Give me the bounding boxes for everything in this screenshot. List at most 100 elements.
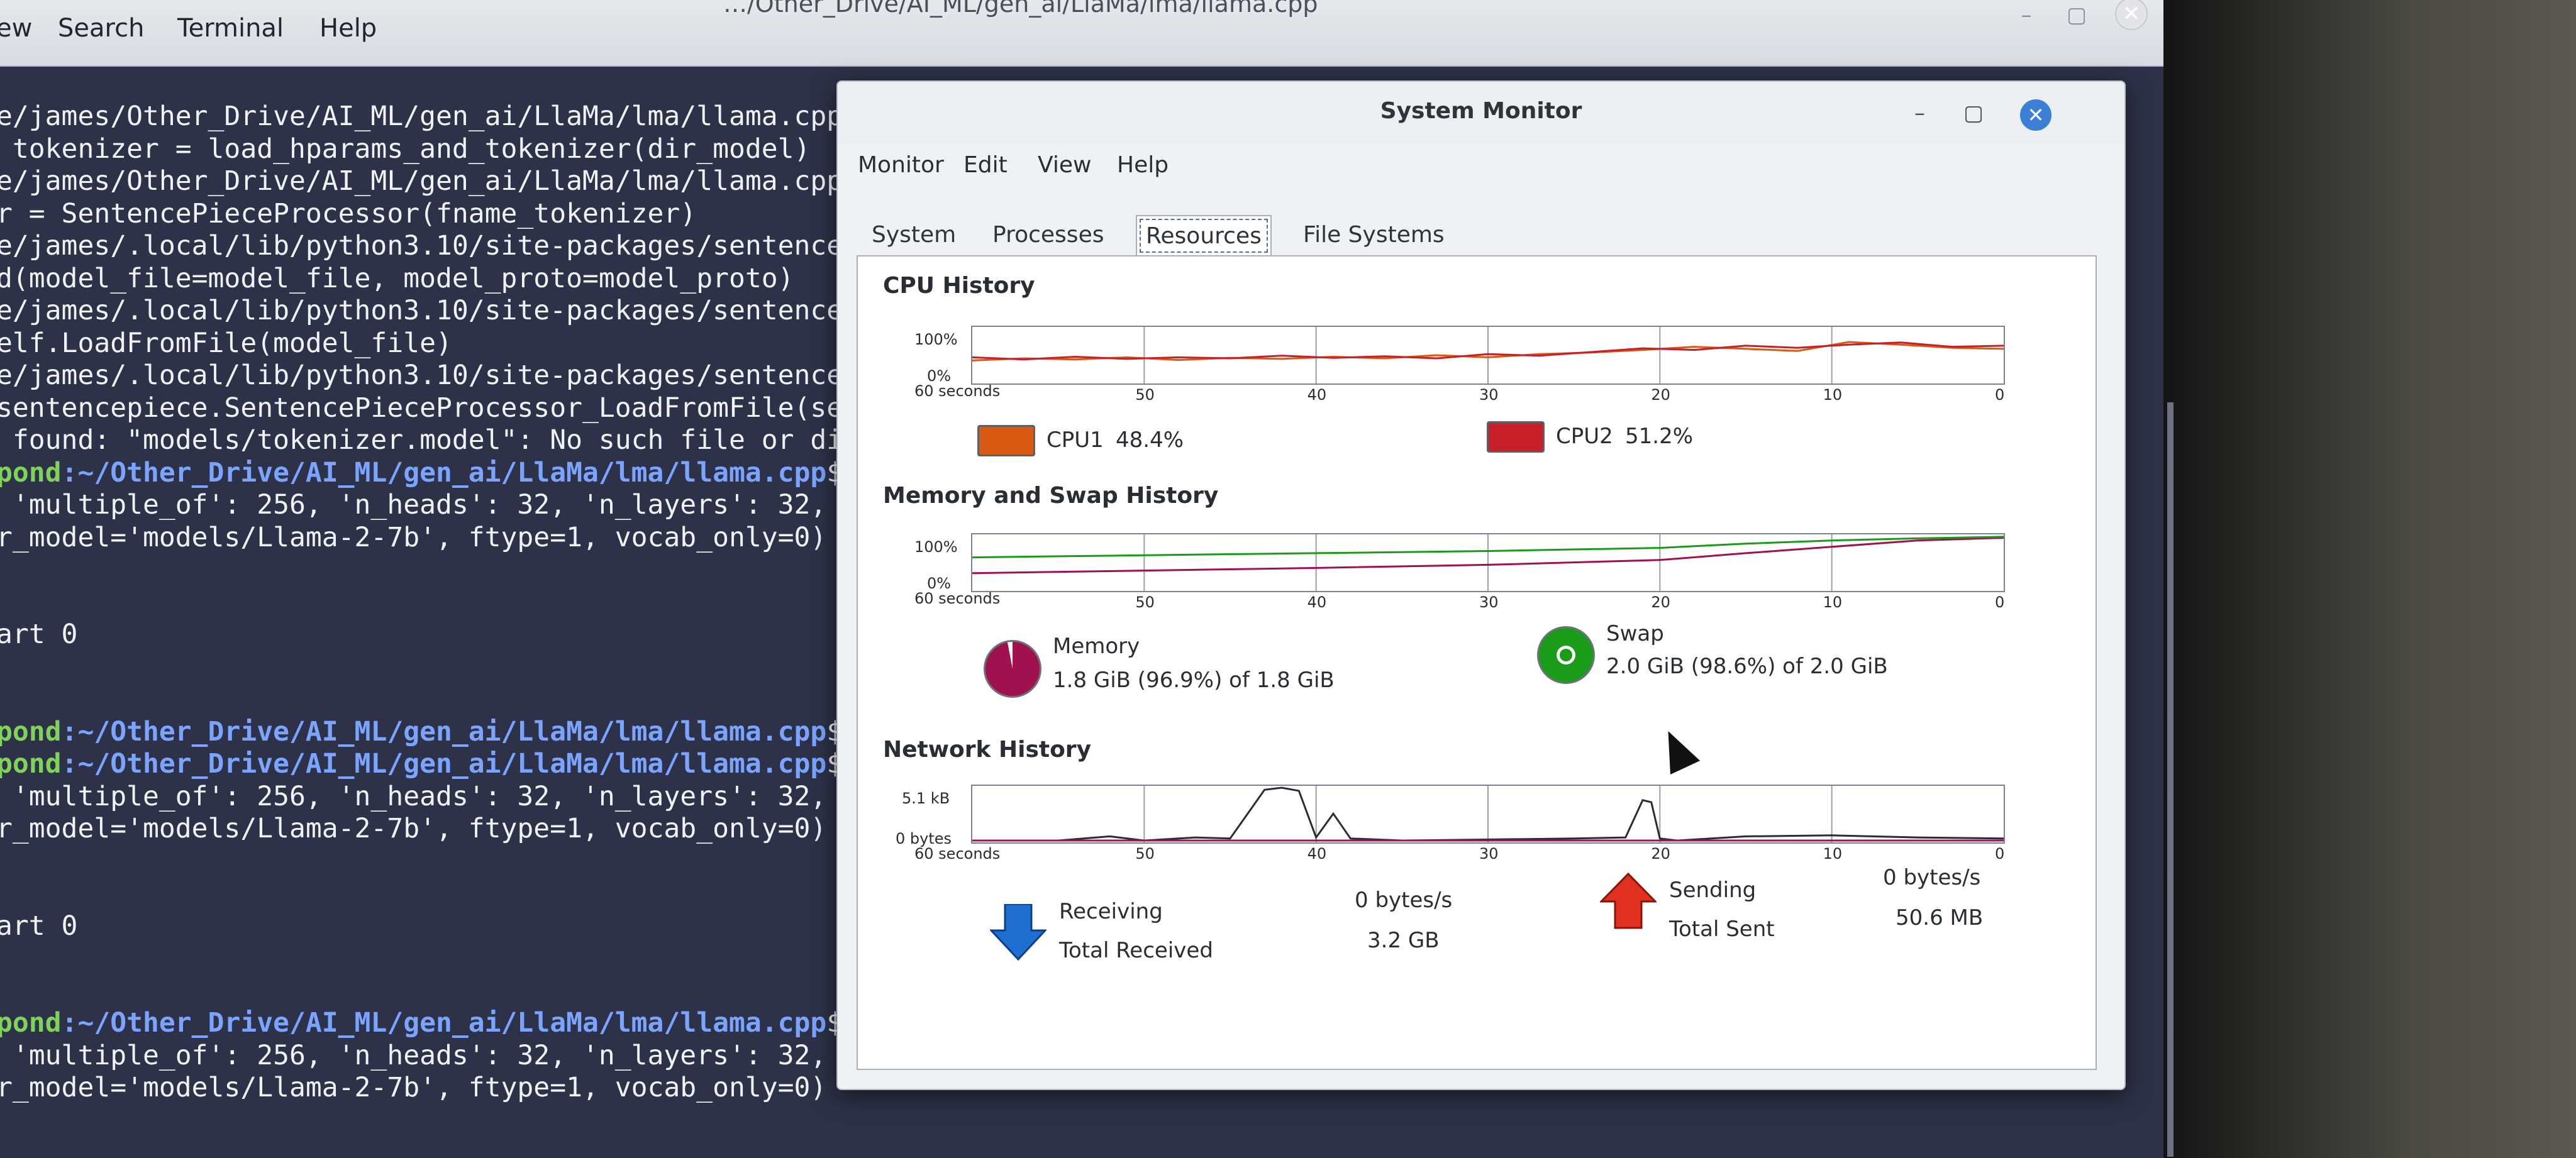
- terminal-line: r = SentencePieceProcessor(fname_tokeniz…: [0, 197, 697, 229]
- terminal-scrollbar[interactable]: [2167, 402, 2174, 1157]
- menu-edit[interactable]: Edit: [963, 152, 1008, 178]
- tab-processes[interactable]: Processes: [984, 215, 1113, 255]
- terminal-menu-help[interactable]: Help: [319, 14, 377, 43]
- terminal-line: found: "models/tokenizer.model": No such…: [0, 424, 843, 456]
- resources-panel: CPU History 100% 0% 60 seconds 50 40 30 20 1…: [857, 255, 2097, 1070]
- cpu2-label: CPU2: [1556, 424, 1613, 449]
- prompt-path: :~/Other_Drive/AI_ML/gen_ai/LlaMa/lma/ll…: [61, 1007, 827, 1039]
- x-tick-label: 20: [1651, 386, 1670, 404]
- x-tick-label: 30: [1479, 386, 1499, 404]
- memory-ymax-label: 100%: [914, 538, 958, 556]
- x-tick-label: 40: [1307, 386, 1327, 404]
- network-ymax-label: 5.1 kB: [902, 790, 950, 807]
- terminal-line: 'multiple_of': 256, 'n_heads': 32, 'n_la…: [0, 780, 827, 812]
- x-tick-label: 30: [1479, 845, 1499, 863]
- total-sent-value: 50.6 MB: [1896, 905, 1984, 930]
- x-tick-label: 40: [1307, 593, 1327, 611]
- receiving-arrow-icon: [990, 904, 1046, 961]
- terminal-close-button[interactable]: ✕: [2115, 0, 2148, 30]
- cpu-history-chart: [972, 327, 2004, 383]
- x-tick-label: 0: [1995, 593, 2005, 611]
- x-tick-label: 30: [1479, 593, 1499, 611]
- memory-value: 1.8 GiB (96.9%) of 1.8 GiB: [1053, 668, 1335, 693]
- monitor-bezel: [2163, 0, 2576, 1158]
- sending-label: Sending: [1669, 878, 1757, 903]
- terminal-line: e/james/.local/lib/python3.10/site-packa…: [0, 360, 843, 391]
- menu-help[interactable]: Help: [1117, 152, 1169, 178]
- prompt-host: pond: [0, 715, 62, 747]
- network-history-title: Network History: [883, 737, 1092, 763]
- menu-monitor[interactable]: Monitor: [858, 152, 944, 178]
- menu-view[interactable]: View: [1038, 152, 1091, 178]
- terminal-line: pond:~/Other_Drive/AI_ML/gen_ai/LlaMa/lm…: [0, 716, 843, 747]
- terminal-line: pond:~/Other_Drive/AI_ML/gen_ai/LlaMa/lm…: [0, 457, 843, 488]
- terminal-menubar: ew Search Terminal Help …/Other_Drive/AI…: [0, 0, 2163, 67]
- terminal-line: pond:~/Other_Drive/AI_ML/gen_ai/LlaMa/lm…: [0, 1007, 843, 1039]
- terminal-line: art 0: [0, 619, 78, 650]
- close-button[interactable]: ✕: [2020, 99, 2051, 131]
- sending-arrow-icon: [1600, 873, 1657, 929]
- terminal-line: r_model='models/Llama-2-7b', ftype=1, vo…: [0, 813, 827, 844]
- prompt-path: :~/Other_Drive/AI_ML/gen_ai/LlaMa/lma/ll…: [61, 748, 827, 780]
- terminal-line: tokenizer = load_hparams_and_tokenizer(d…: [0, 133, 811, 165]
- prompt-path: :~/Other_Drive/AI_ML/gen_ai/LlaMa/lma/ll…: [61, 715, 827, 747]
- memory-color-pie[interactable]: [984, 640, 1041, 698]
- cpu1-label: CPU1: [1046, 427, 1104, 453]
- x-tick-label: 50: [1135, 593, 1155, 611]
- terminal-line: sentencepiece.SentencePieceProcessor_Loa…: [0, 392, 843, 424]
- x-tick-label: 20: [1651, 845, 1670, 863]
- terminal-line: e/james/Other_Drive/AI_ML/gen_ai/LlaMa/l…: [0, 101, 843, 132]
- receiving-label: Receiving: [1059, 899, 1163, 924]
- cpu-history-graph: [971, 326, 2005, 385]
- tab-system[interactable]: System: [863, 215, 965, 255]
- network-xstart-label: 60 seconds: [914, 845, 1001, 863]
- terminal-menu-view[interactable]: ew: [0, 14, 32, 43]
- terminal-line: r_model='models/Llama-2-7b', ftype=1, vo…: [0, 1072, 827, 1103]
- memory-history-title: Memory and Swap History: [883, 483, 1219, 509]
- receiving-value: 0 bytes/s: [1355, 888, 1453, 913]
- x-tick-label: 50: [1135, 845, 1155, 863]
- network-history-chart: [972, 786, 2004, 842]
- system-monitor-window: System Monitor – ▢ ✕ Monitor Edit View H…: [836, 80, 2126, 1090]
- terminal-line: r_model='models/Llama-2-7b', ftype=1, vo…: [0, 521, 827, 553]
- prompt-host: pond: [0, 1007, 62, 1039]
- minimize-button[interactable]: –: [1914, 101, 1925, 126]
- memory-history-chart: [972, 534, 2004, 591]
- cpu1-color-swatch[interactable]: [977, 425, 1035, 456]
- cpu-ymax-label: 100%: [914, 331, 958, 348]
- terminal-maximize-button[interactable]: ▢: [2063, 1, 2090, 29]
- network-history-graph: [971, 785, 2005, 844]
- terminal-line: d(model_file=model_file, model_proto=mod…: [0, 262, 794, 294]
- terminal-line: e/james/.local/lib/python3.10/site-packa…: [0, 295, 843, 326]
- terminal-line: e/james/Other_Drive/AI_ML/gen_ai/LlaMa/l…: [0, 165, 843, 197]
- system-monitor-titlebar[interactable]: System Monitor – ▢ ✕: [838, 82, 2124, 145]
- swap-color-pie[interactable]: [1537, 626, 1595, 684]
- terminal-line: e/james/.local/lib/python3.10/site-packa…: [0, 230, 843, 262]
- x-tick-label: 10: [1823, 845, 1843, 863]
- x-tick-label: 20: [1651, 593, 1670, 611]
- memory-label: Memory: [1053, 634, 1140, 659]
- terminal-line: 'multiple_of': 256, 'n_heads': 32, 'n_la…: [0, 1039, 827, 1071]
- window-title: System Monitor: [1380, 98, 1582, 124]
- terminal-minimize-button[interactable]: –: [2012, 1, 2040, 29]
- prompt-host: pond: [0, 456, 62, 488]
- terminal-line: pond:~/Other_Drive/AI_ML/gen_ai/LlaMa/lm…: [0, 748, 843, 780]
- maximize-button[interactable]: ▢: [1963, 101, 1984, 126]
- terminal-menu-terminal[interactable]: Terminal: [177, 14, 284, 43]
- x-tick-label: 10: [1823, 386, 1843, 404]
- cpu1-value: 48.4%: [1116, 427, 1184, 453]
- prompt-path: :~/Other_Drive/AI_ML/gen_ai/LlaMa/lma/ll…: [61, 456, 827, 488]
- tab-file-systems[interactable]: File Systems: [1294, 215, 1453, 255]
- x-tick-label: 0: [1995, 386, 2005, 404]
- terminal-menu-search[interactable]: Search: [58, 14, 144, 43]
- prompt-host: pond: [0, 748, 62, 780]
- cpu2-color-swatch[interactable]: [1487, 421, 1545, 453]
- x-tick-label: 40: [1307, 845, 1327, 863]
- cpu2-value: 51.2%: [1625, 424, 1694, 449]
- total-sent-label: Total Sent: [1669, 917, 1775, 942]
- x-tick-label: 50: [1135, 386, 1155, 404]
- tab-resources[interactable]: Resources: [1136, 215, 1272, 256]
- total-received-label: Total Received: [1059, 938, 1213, 963]
- swap-value: 2.0 GiB (98.6%) of 2.0 GiB: [1606, 654, 1888, 679]
- cpu-history-title: CPU History: [883, 273, 1035, 299]
